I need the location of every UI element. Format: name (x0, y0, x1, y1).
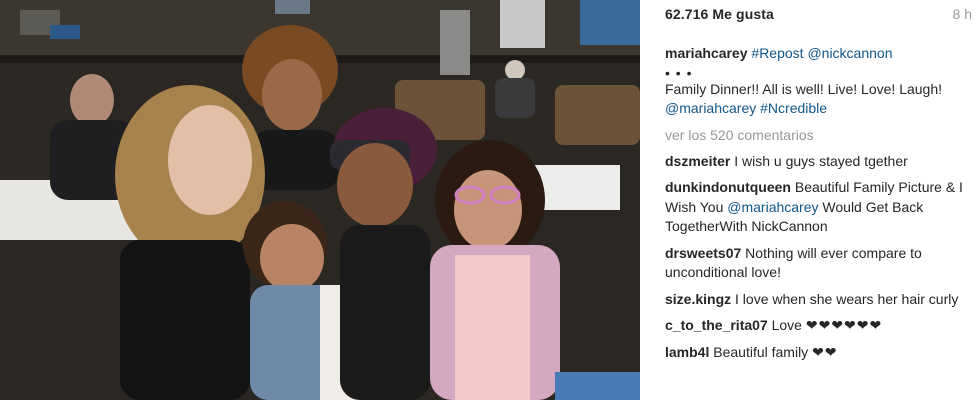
caption: mariahcarey #Repost @nickcannon • • • Fa… (665, 44, 965, 119)
caption-user-tag[interactable]: @nickcannon (807, 45, 892, 61)
comment-text: I wish u guys stayed tgether (734, 152, 908, 169)
comment-mention[interactable]: @mariahcarey (727, 199, 818, 215)
comment-user[interactable]: c_to_the_rita07 (665, 317, 768, 333)
family-dinner-photo (0, 0, 640, 400)
caption-text: Family Dinner!! All is well! Live! Love!… (665, 80, 943, 97)
comment: c_to_the_rita07 Love ❤❤❤❤❤❤ (665, 316, 965, 336)
post-sidebar: 62.716 Me gusta 8 h mariahcarey #Repost … (640, 0, 980, 400)
caption-hashtag[interactable]: #Ncredible (760, 100, 827, 116)
heart-emoji-icon: ❤❤❤❤❤❤ (805, 317, 883, 333)
comments-list: mariahcarey #Repost @nickcannon • • • Fa… (665, 44, 965, 369)
comment: drsweets07 Nothing will ever compare to … (665, 244, 965, 283)
comment-text: Love (771, 317, 802, 333)
caption-user[interactable]: mariahcarey (665, 45, 748, 61)
comment-user[interactable]: dunkindonutqueen (665, 179, 791, 195)
comment-user[interactable]: size.kingz (665, 291, 731, 307)
caption-repost-tag[interactable]: #Repost (751, 45, 803, 61)
comment-text: Beautiful family (713, 343, 809, 360)
comment: lamb4l Beautiful family ❤❤ (665, 343, 965, 363)
likes-row: 62.716 Me gusta 8 h (665, 6, 972, 24)
comment-user[interactable]: drsweets07 (665, 245, 741, 261)
comment-user[interactable]: lamb4l (665, 344, 709, 360)
comment: size.kingz I love when she wears her hai… (665, 290, 965, 310)
comment-user[interactable]: dszmeiter (665, 153, 730, 169)
caption-mention[interactable]: @mariahcarey (665, 100, 756, 116)
like-count[interactable]: 62.716 Me gusta (665, 6, 774, 22)
caption-dots: • • • (665, 64, 693, 81)
comment-text: I love when she wears her hair curly (735, 290, 959, 307)
comment: dunkindonutqueen Beautiful Family Pictur… (665, 178, 965, 237)
comment: dszmeiter I wish u guys stayed tgether (665, 152, 965, 172)
post-time[interactable]: 8 h (953, 6, 972, 22)
view-all-comments-link[interactable]: ver los 520 comentarios (665, 126, 965, 144)
post-photo[interactable] (0, 0, 640, 400)
heart-emoji-icon: ❤❤ (812, 343, 838, 360)
